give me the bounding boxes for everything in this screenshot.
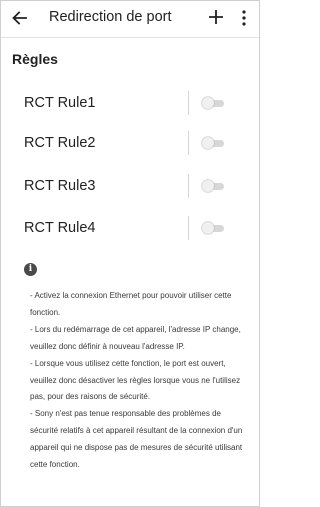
toggle-thumb — [202, 137, 214, 149]
toggle-thumb — [202, 222, 214, 234]
rule-toggle-2[interactable] — [202, 137, 224, 149]
plus-icon[interactable] — [207, 7, 225, 27]
rule-separator — [188, 91, 189, 115]
page-title: Redirection de port — [49, 9, 172, 25]
rule-label-4: RCT Rule4 — [24, 220, 96, 236]
info-notes: - Activez la connexion Ethernet pour pou… — [30, 288, 246, 474]
rule-separator — [188, 131, 189, 155]
more-vert-icon[interactable] — [239, 9, 249, 27]
info-note-2: - Lors du redémarrage de cet appareil, l… — [30, 324, 241, 351]
info-note-3: - Lorsque vous utilisez cette fonction, … — [30, 358, 241, 402]
rule-label-2: RCT Rule2 — [24, 135, 96, 151]
arrow-left-icon[interactable] — [11, 9, 29, 27]
rule-row-2[interactable]: RCT Rule2 — [1, 131, 259, 159]
rule-label-1: RCT Rule1 — [24, 95, 96, 111]
info-note-1: - Activez la connexion Ethernet pour pou… — [30, 291, 232, 317]
rule-row-1[interactable]: RCT Rule1 — [1, 91, 259, 119]
rule-toggle-3[interactable] — [202, 180, 224, 192]
rule-separator — [188, 216, 189, 240]
toggle-thumb — [202, 180, 214, 192]
rule-row-4[interactable]: RCT Rule4 — [1, 216, 259, 244]
app-bar: Redirection de port — [1, 1, 259, 35]
info-note-4: - Sony n'est pas tenue responsable des p… — [30, 409, 243, 470]
info-icon: i — [24, 263, 37, 276]
rule-separator — [188, 174, 189, 198]
rule-toggle-4[interactable] — [202, 222, 224, 234]
rules-section-title: Règles — [12, 51, 58, 67]
toggle-thumb — [202, 97, 214, 109]
rule-label-3: RCT Rule3 — [24, 178, 96, 194]
rule-toggle-1[interactable] — [202, 97, 224, 109]
header-divider — [1, 37, 259, 38]
rule-row-3[interactable]: RCT Rule3 — [1, 174, 259, 202]
port-forwarding-screen: Redirection de port Règles RCT Rule1 RCT… — [0, 0, 260, 507]
